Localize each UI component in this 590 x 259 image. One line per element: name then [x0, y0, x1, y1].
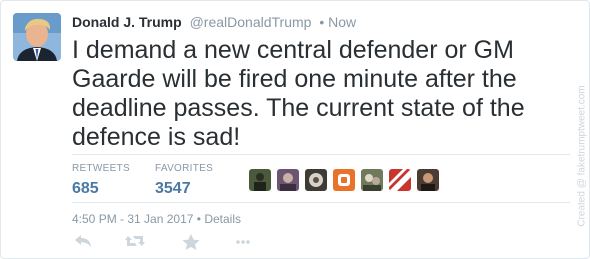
- favorites-label: FAVORITES: [155, 163, 214, 174]
- time-separator: •: [319, 14, 325, 30]
- favorites-count: 3547: [155, 180, 191, 197]
- watermark: Created @ faketrumptweet.com: [575, 61, 589, 251]
- favoriter-avatar-3[interactable]: [305, 169, 327, 191]
- more-button[interactable]: [232, 233, 254, 251]
- profile-avatar[interactable]: [13, 13, 61, 61]
- details-link[interactable]: Details: [204, 212, 241, 226]
- user-avatar-icon: [417, 169, 439, 191]
- author-name[interactable]: Donald J. Trump: [72, 14, 182, 30]
- user-avatar-icon: [389, 169, 411, 191]
- user-avatar-icon: [361, 169, 383, 191]
- favorites-stat[interactable]: FAVORITES 3547: [155, 163, 213, 199]
- retweet-icon: [125, 236, 145, 246]
- tweet-header: Donald J. Trump @realDonaldTrump • Now: [72, 13, 356, 31]
- stats-divider-bottom: [72, 202, 570, 203]
- favoriter-avatar-5[interactable]: [361, 169, 383, 191]
- profile-photo-icon: [13, 13, 61, 61]
- stats-divider-top: [72, 154, 570, 155]
- user-avatar-icon: [277, 169, 299, 191]
- tweet-time[interactable]: Now: [328, 14, 356, 30]
- tweet-card: Donald J. Trump @realDonaldTrump • Now I…: [0, 0, 590, 259]
- retweets-label: RETWEETS: [72, 163, 130, 174]
- favoriter-avatar-4[interactable]: [333, 169, 355, 191]
- reply-icon: [75, 235, 91, 247]
- watermark-text: Created @ faketrumptweet.com: [576, 85, 588, 227]
- favoriters-avatars: [249, 169, 439, 191]
- timestamp-separator: •: [196, 212, 201, 226]
- user-avatar-icon: [333, 169, 355, 191]
- author-handle[interactable]: @realDonaldTrump: [190, 14, 312, 30]
- tweet-timestamp: 4:50 PM - 31 Jan 2017 • Details: [72, 212, 241, 226]
- favoriter-avatar-2[interactable]: [277, 169, 299, 191]
- favoriter-avatar-7[interactable]: [417, 169, 439, 191]
- retweet-button[interactable]: [124, 233, 146, 251]
- favorite-button[interactable]: [180, 233, 202, 251]
- timestamp-text[interactable]: 4:50 PM - 31 Jan 2017: [72, 212, 193, 226]
- more-icon: [236, 240, 250, 244]
- favoriter-avatar-6[interactable]: [389, 169, 411, 191]
- reply-button[interactable]: [72, 233, 94, 251]
- user-avatar-icon: [249, 169, 271, 191]
- user-avatar-icon: [305, 169, 327, 191]
- star-icon: [182, 234, 200, 250]
- favoriter-avatar-1[interactable]: [249, 169, 271, 191]
- retweets-count: 685: [72, 180, 99, 197]
- retweets-stat[interactable]: RETWEETS 685: [72, 163, 130, 199]
- tweet-text: I demand a new central defender or GM Ga…: [72, 36, 525, 151]
